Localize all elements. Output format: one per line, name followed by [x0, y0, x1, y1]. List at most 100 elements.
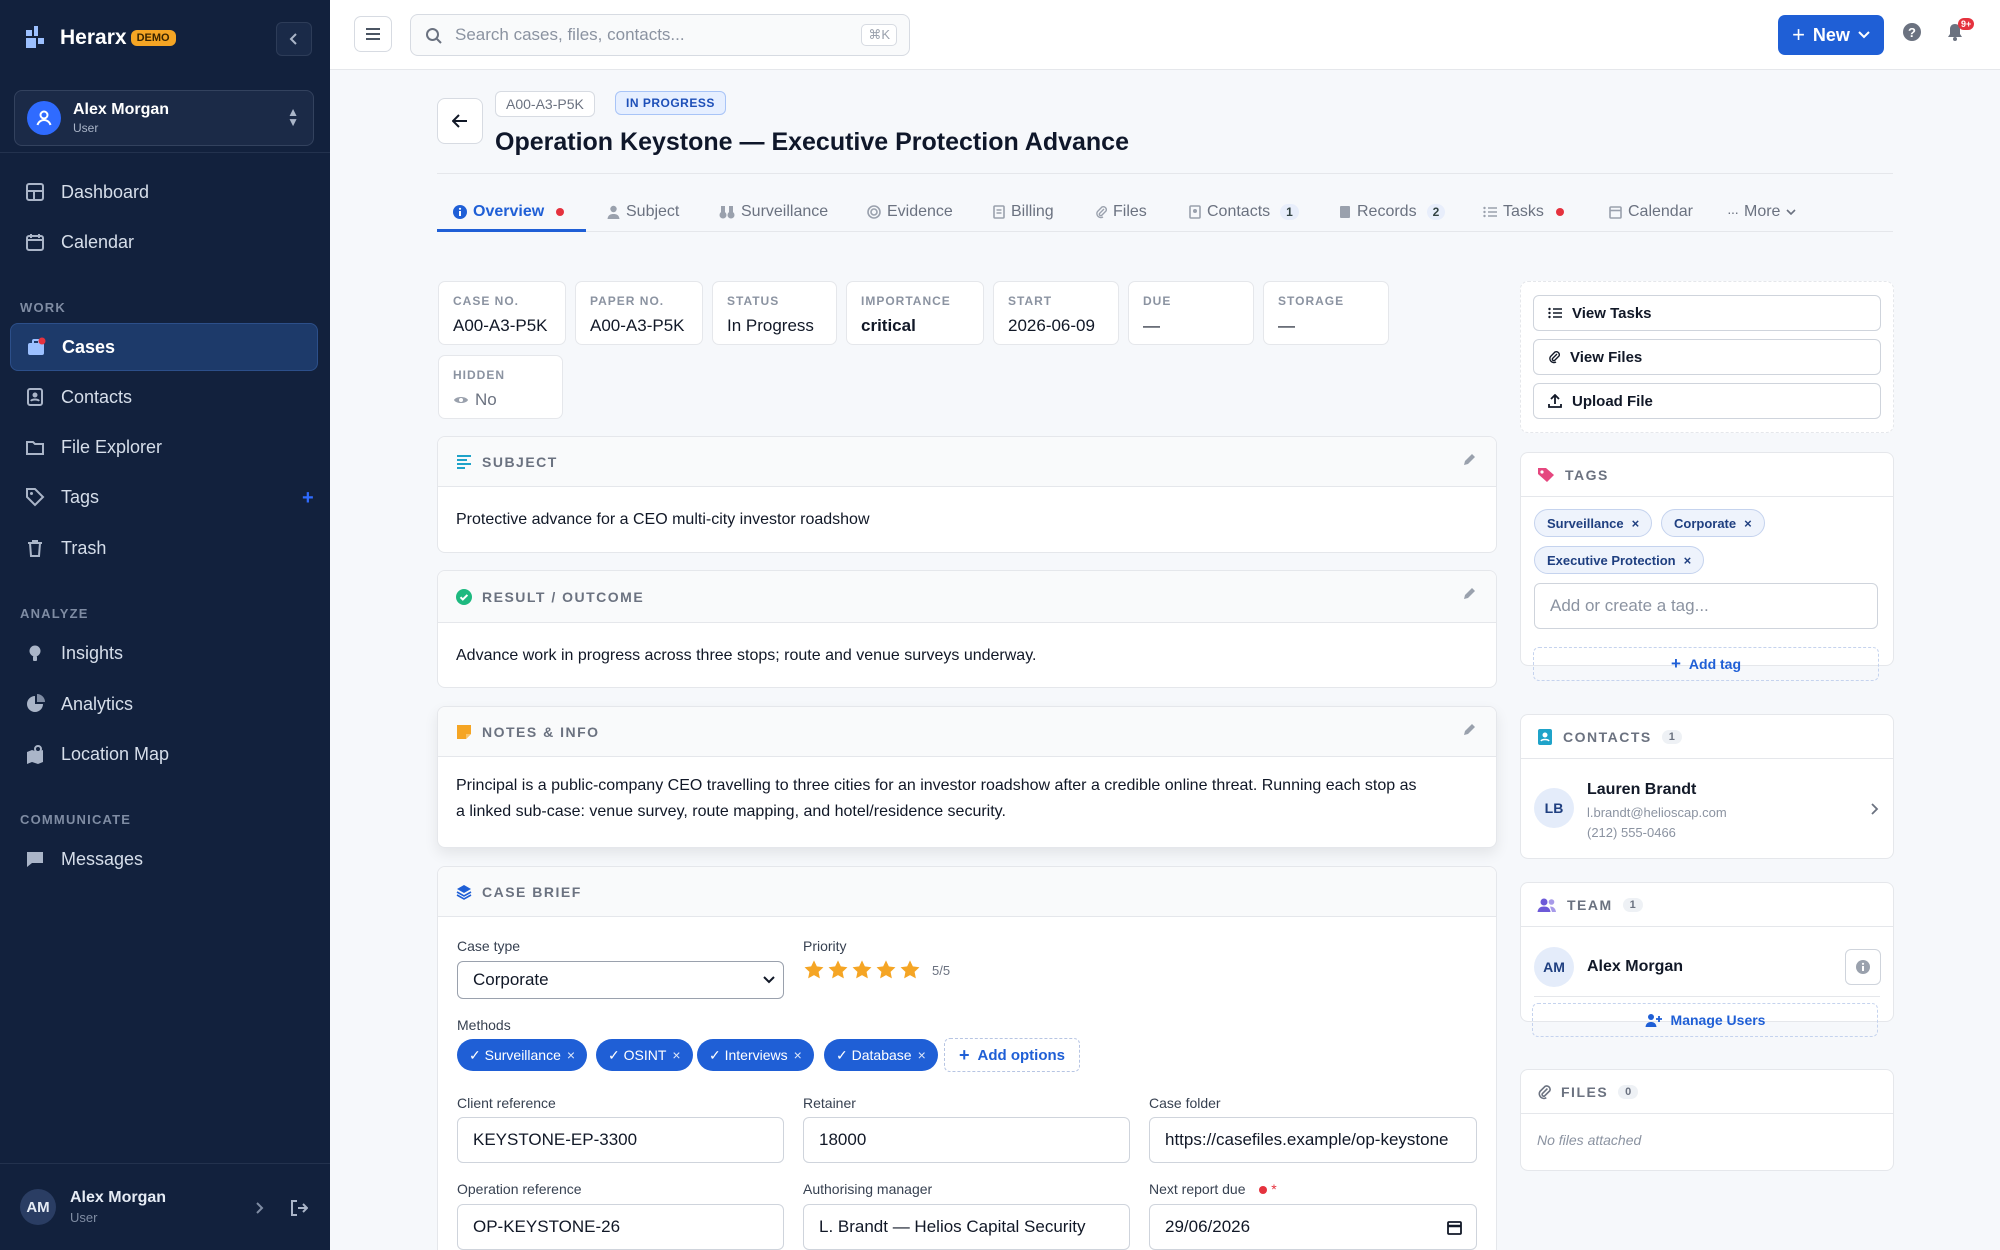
report-due-date-input[interactable]: 29/06/2026 [1149, 1204, 1477, 1250]
op-ref-input[interactable]: OP-KEYSTONE-26 [457, 1204, 784, 1250]
case-type-select[interactable]: Corporate [457, 961, 784, 999]
plus-icon: + [1792, 22, 1805, 47]
nav-calendar-label: Calendar [61, 231, 135, 252]
view-files-button[interactable]: View Files [1533, 339, 1881, 375]
herarx-logo-icon [26, 26, 44, 48]
user-plus-icon [1645, 1014, 1662, 1027]
dashboard-icon [26, 183, 44, 201]
logout-icon[interactable] [290, 1199, 308, 1217]
layers-icon [456, 884, 472, 900]
method-chip[interactable]: ✓ Surveillance × [457, 1039, 588, 1071]
account-switcher[interactable]: Alex Morgan User ▲ ▼ [14, 90, 314, 146]
remove-x-icon[interactable]: × [794, 1047, 802, 1063]
global-search-input[interactable]: Search cases, files, contacts... ⌘K [410, 14, 910, 56]
nav-calendar[interactable]: Calendar [10, 218, 318, 266]
member-info-button[interactable] [1845, 949, 1881, 985]
client-ref-input[interactable]: KEYSTONE-EP-3300 [457, 1117, 784, 1163]
remove-x-icon[interactable]: × [567, 1047, 575, 1063]
brand-name: Herarx [60, 26, 127, 49]
nav-analytics[interactable]: Analytics [10, 680, 318, 728]
folder-icon [26, 441, 44, 455]
retainer-label: Retainer [803, 1095, 856, 1111]
tab-files-label: Files [1113, 203, 1147, 220]
manage-users-button[interactable]: Manage Users [1532, 1003, 1878, 1037]
nav-trash[interactable]: Trash [10, 524, 318, 572]
new-button[interactable]: + New [1778, 15, 1884, 55]
contact-row[interactable]: LB Lauren Brandt l.brandt@helioscap.com … [1521, 761, 1893, 857]
tab-billing[interactable]: Billing [993, 192, 1054, 232]
tab-contacts[interactable]: Contacts 1 [1189, 192, 1299, 232]
case-folder-input[interactable]: https://casefiles.example/op-keystone [1149, 1117, 1477, 1163]
add-options-button[interactable]: + Add options [944, 1038, 1080, 1072]
nav-cases[interactable]: Cases [10, 323, 318, 371]
method-chip[interactable]: ✓ OSINT × [596, 1039, 693, 1071]
nav-location-map[interactable]: Location Map [10, 730, 318, 778]
tab-tasks[interactable]: Tasks [1483, 192, 1564, 232]
brand[interactable]: Herarx DEMO [22, 24, 176, 52]
required-dot [1259, 1186, 1268, 1194]
stat-importance: IMPORTANCE critical [846, 281, 984, 345]
remove-x-icon[interactable]: × [1684, 553, 1692, 568]
collapse-sidebar-button[interactable] [276, 22, 312, 56]
nav-contacts[interactable]: Contacts [10, 373, 318, 421]
nav-insights[interactable]: Insights [10, 629, 318, 677]
tab-surveillance[interactable]: Surveillance [719, 192, 828, 232]
chevron-right-icon[interactable] [253, 1201, 265, 1215]
help-icon[interactable]: ? [1902, 22, 1922, 42]
retainer-input[interactable]: 18000 [803, 1117, 1130, 1163]
pencil-icon[interactable] [1462, 453, 1476, 467]
calendar-icon [1609, 206, 1622, 219]
nav-insights-label: Insights [61, 642, 124, 663]
tab-files[interactable]: Files [1095, 192, 1147, 232]
remove-x-icon[interactable]: × [1744, 516, 1752, 531]
star-icon[interactable] [875, 959, 897, 981]
add-tag-plus-icon[interactable]: + [302, 487, 314, 510]
method-chip[interactable]: ✓ Database × [824, 1039, 938, 1071]
info-icon [453, 205, 467, 219]
tag-icon [1538, 467, 1554, 482]
case-brief-heading: CASE BRIEF [482, 883, 582, 900]
star-icon[interactable] [899, 959, 921, 981]
tab-evidence[interactable]: Evidence [867, 192, 953, 232]
stat-value: A00-A3-P5K [453, 316, 548, 335]
notifications-button[interactable]: 9+ [1946, 18, 1975, 47]
nav-dashboard[interactable]: Dashboard [10, 168, 318, 216]
star-icon[interactable] [827, 959, 849, 981]
align-left-icon [457, 454, 471, 469]
tag-chip[interactable]: Executive Protection × [1534, 546, 1705, 574]
back-button[interactable] [437, 98, 483, 144]
result-text: Advance work in progress across three st… [456, 647, 1037, 664]
upload-file-button[interactable]: Upload File [1533, 383, 1881, 419]
tag-chip[interactable]: Corporate × [1661, 509, 1765, 537]
remove-x-icon[interactable]: × [1632, 516, 1640, 531]
star-icon[interactable] [851, 959, 873, 981]
manager-input[interactable]: L. Brandt — Helios Capital Security [803, 1204, 1130, 1250]
nav-tags[interactable]: Tags [10, 473, 318, 521]
tab-overview[interactable]: Overview [453, 192, 565, 232]
star-icon[interactable] [803, 959, 825, 981]
add-tag-button[interactable]: + Add tag [1533, 647, 1879, 681]
notification-count-badge: 9+ [1958, 18, 1975, 30]
tab-records[interactable]: Records 2 [1339, 192, 1446, 232]
calendar-icon[interactable] [1447, 1220, 1462, 1235]
tab-calendar[interactable]: Calendar [1609, 192, 1693, 232]
remove-x-icon[interactable]: × [672, 1047, 680, 1063]
tag-chip[interactable]: Surveillance × [1534, 509, 1653, 537]
hamburger-menu-button[interactable] [354, 16, 392, 52]
tab-more[interactable]: ··· More [1727, 192, 1797, 232]
nav-messages[interactable]: Messages [10, 835, 318, 883]
tab-subject[interactable]: Subject [607, 192, 679, 232]
active-tab-indicator [437, 229, 586, 232]
view-tasks-button[interactable]: View Tasks [1533, 295, 1881, 331]
tag-input[interactable]: Add or create a tag... [1534, 583, 1878, 629]
remove-x-icon[interactable]: × [918, 1047, 926, 1063]
top-bar: Search cases, files, contacts... ⌘K + Ne… [330, 0, 2000, 70]
nav-file-explorer[interactable]: File Explorer [10, 423, 318, 471]
info-icon [1856, 960, 1870, 974]
case-folder-label: Case folder [1149, 1095, 1221, 1111]
notes-heading: NOTES & INFO [482, 723, 600, 740]
pencil-icon[interactable] [1462, 723, 1476, 737]
pencil-icon[interactable] [1462, 587, 1476, 601]
subject-card: SUBJECT Protective advance for a CEO mul… [437, 436, 1497, 553]
method-chip[interactable]: ✓ Interviews × [697, 1039, 814, 1071]
